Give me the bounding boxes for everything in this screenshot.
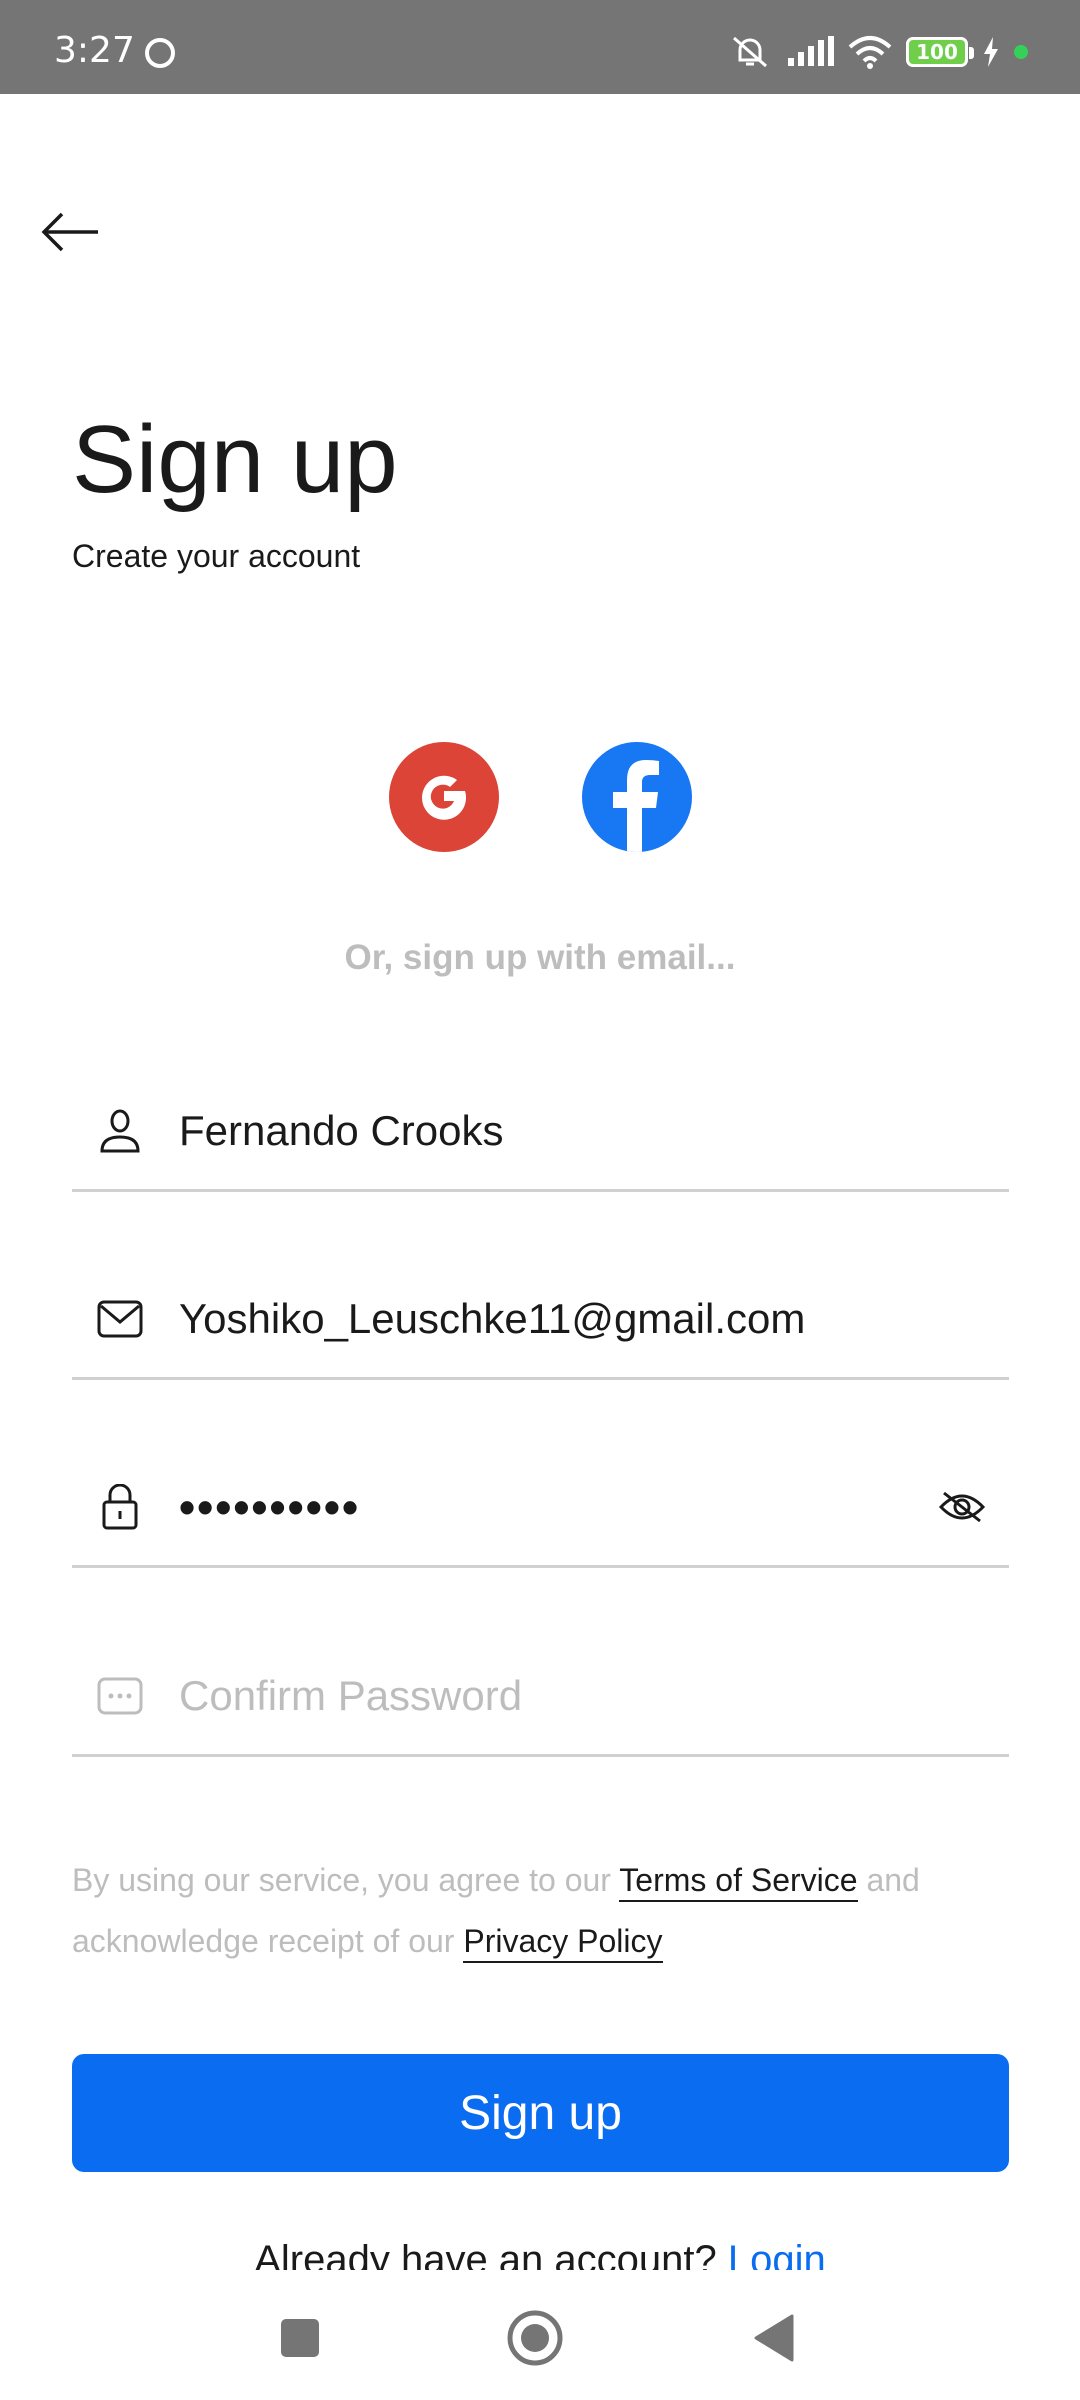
face-icon (145, 38, 175, 68)
wifi-icon (848, 36, 892, 69)
person-icon (96, 1107, 144, 1155)
divider-text: Or, sign up with email... (344, 938, 736, 977)
facebook-icon (613, 760, 659, 852)
facebook-signup-button[interactable] (582, 742, 692, 852)
mute-icon (733, 36, 767, 68)
privacy-indicator (1014, 45, 1028, 59)
status-icons: 100 (728, 32, 1028, 72)
charging-icon (984, 37, 998, 67)
email-field[interactable]: Yoshiko_Leuschke11@gmail.com (72, 1260, 1009, 1380)
recents-button[interactable] (270, 2308, 330, 2368)
arrow-left-icon (41, 212, 98, 252)
eye-off-icon[interactable] (937, 1487, 987, 1527)
lock-icon (96, 1483, 144, 1531)
battery-icon: 100 (906, 37, 974, 67)
password-field[interactable]: •••••••••• (72, 1448, 1009, 1568)
home-circle-icon (507, 2310, 563, 2366)
mail-icon (96, 1295, 144, 1343)
signal-icon (788, 36, 834, 66)
name-field[interactable]: Fernando Crooks (72, 1072, 1009, 1192)
page-subtitle: Create your account (72, 538, 361, 574)
password-input[interactable]: •••••••••• (179, 1480, 360, 1534)
login-link[interactable]: Login (728, 2238, 826, 2270)
signup-button[interactable]: Sign up (72, 2054, 1009, 2172)
google-signup-button[interactable] (389, 742, 499, 852)
back-nav-button[interactable] (744, 2308, 804, 2368)
terms-prefix: By using our service, you agree to our (72, 1862, 611, 1898)
page-title: Sign up (72, 406, 398, 513)
triangle-back-icon (754, 2314, 794, 2362)
login-prompt: Already have an account? (254, 2238, 717, 2270)
back-button[interactable] (40, 200, 110, 264)
terms-text: By using our service, you agree to our T… (72, 1850, 1012, 1972)
password-dots-icon (96, 1672, 144, 1720)
navigation-bar (0, 2272, 1080, 2400)
confirm-password-input[interactable]: Confirm Password (179, 1672, 522, 1720)
status-time: 3:27 (54, 30, 135, 71)
login-row: Already have an account? Login (0, 2238, 1080, 2270)
square-icon (281, 2319, 319, 2357)
terms-of-service-link[interactable]: Terms of Service (619, 1862, 858, 1902)
google-icon (422, 775, 467, 820)
status-bar: 3:27 100 (0, 0, 1080, 94)
name-input[interactable]: Fernando Crooks (179, 1107, 504, 1155)
home-button[interactable] (505, 2308, 565, 2368)
confirm-password-field[interactable]: Confirm Password (72, 1637, 1009, 1757)
privacy-policy-link[interactable]: Privacy Policy (463, 1923, 663, 1963)
email-input[interactable]: Yoshiko_Leuschke11@gmail.com (179, 1295, 805, 1343)
